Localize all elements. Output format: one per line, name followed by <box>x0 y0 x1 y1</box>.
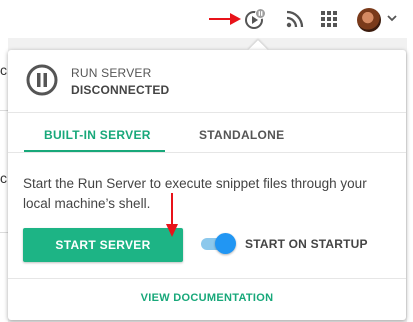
pause-circle-icon <box>26 64 58 96</box>
background-page-right <box>407 38 413 322</box>
divider <box>8 112 406 113</box>
start-on-startup-label: START ON STARTUP <box>245 237 368 251</box>
caret-cover <box>244 50 272 60</box>
background-text-fragment: c <box>0 170 7 186</box>
description-text: Start the Run Server to execute snippet … <box>23 176 367 211</box>
tab-standalone[interactable]: STANDALONE <box>199 128 284 142</box>
divider <box>8 152 406 153</box>
apps-grid-icon[interactable] <box>318 8 340 30</box>
start-on-startup-toggle[interactable] <box>201 233 237 255</box>
top-bar <box>0 0 413 38</box>
background-divider <box>0 232 8 233</box>
avatar[interactable] <box>357 8 381 32</box>
annotation-arrow-icon <box>209 13 241 25</box>
status-title: RUN SERVER <box>71 66 152 80</box>
toggle-knob <box>215 233 236 254</box>
start-server-button[interactable]: START SERVER <box>23 228 183 262</box>
background-divider <box>0 110 8 111</box>
run-server-paused-icon[interactable] <box>244 8 266 30</box>
background-text-fragment: c <box>0 62 7 78</box>
annotation-arrow-icon <box>166 193 178 237</box>
tab-built-in-server[interactable]: BUILT-IN SERVER <box>44 128 151 142</box>
status-value: DISCONNECTED <box>71 83 170 97</box>
chevron-down-icon[interactable] <box>387 13 397 23</box>
run-server-popover: RUN SERVER DISCONNECTED BUILT-IN SERVER … <box>8 50 406 320</box>
rss-icon[interactable] <box>284 8 306 30</box>
divider <box>8 278 406 279</box>
view-documentation-link[interactable]: VIEW DOCUMENTATION <box>8 292 406 304</box>
